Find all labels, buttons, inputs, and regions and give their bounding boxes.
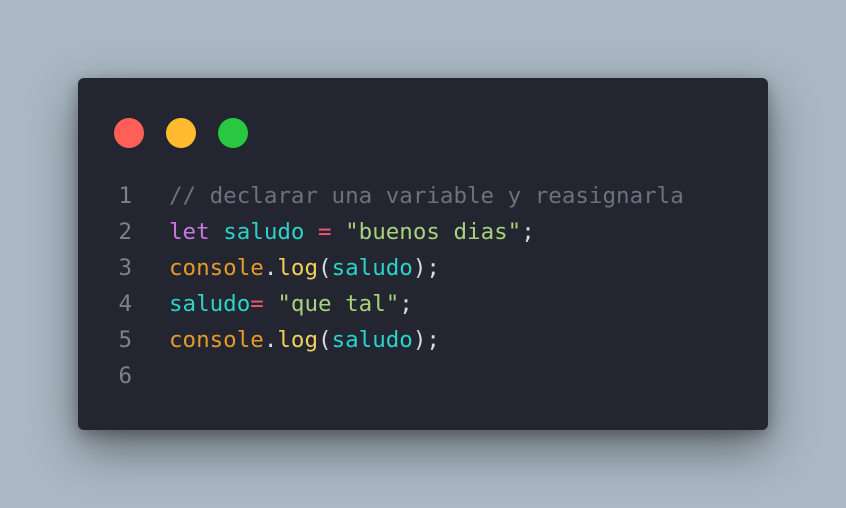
- code-token-object: console: [169, 327, 264, 353]
- line-source: console.log(saludo);: [132, 322, 440, 358]
- line-source: [132, 358, 169, 394]
- code-token-punct: (: [318, 255, 332, 281]
- code-token-punct: [332, 219, 346, 245]
- code-token-var: saludo: [169, 291, 251, 317]
- code-token-punct: ;: [521, 219, 535, 245]
- line-number: 2: [118, 219, 132, 245]
- code-editor[interactable]: 1 // declarar una variable y reasignarla 2…: [78, 178, 768, 394]
- code-token-op: =: [318, 219, 332, 245]
- line-number: 1: [118, 183, 132, 209]
- code-window: 1 // declarar una variable y reasignarla 2…: [78, 78, 768, 430]
- maximize-icon[interactable]: [218, 118, 248, 148]
- code-token-punct: );: [412, 255, 440, 281]
- code-token-op: =: [250, 291, 264, 317]
- code-token-punct: );: [412, 327, 440, 353]
- line-number: 4: [118, 291, 132, 317]
- line-source: let saludo = "buenos dias";: [132, 214, 535, 250]
- code-token-punct: (: [318, 327, 332, 353]
- code-token-punct: .: [263, 255, 278, 281]
- line-number: 6: [118, 363, 132, 389]
- code-token-var: saludo: [223, 219, 305, 245]
- code-token-keyword: let: [169, 219, 210, 245]
- minimize-icon[interactable]: [166, 118, 196, 148]
- line-source: console.log(saludo);: [132, 250, 440, 286]
- code-token-punct: .: [263, 327, 278, 353]
- close-icon[interactable]: [114, 118, 144, 148]
- code-line[interactable]: 5 console.log(saludo);: [78, 322, 768, 358]
- code-line[interactable]: 6: [78, 358, 768, 394]
- code-token-string: "que tal": [277, 291, 400, 317]
- code-line[interactable]: 2 let saludo = "buenos dias";: [78, 214, 768, 250]
- line-source: // declarar una variable y reasignarla: [132, 178, 684, 214]
- line-number: 3: [118, 255, 132, 281]
- code-line[interactable]: 3 console.log(saludo);: [78, 250, 768, 286]
- window-controls: [114, 118, 248, 148]
- code-token-method: log: [277, 255, 319, 281]
- line-source: saludo= "que tal";: [132, 286, 413, 322]
- line-number: 5: [118, 327, 132, 353]
- code-token-punct: ;: [399, 291, 413, 317]
- code-token-method: log: [277, 327, 319, 353]
- code-line[interactable]: 4 saludo= "que tal";: [78, 286, 768, 322]
- code-token-var: saludo: [331, 255, 413, 281]
- code-token-string: "buenos dias": [345, 219, 522, 245]
- code-line[interactable]: 1 // declarar una variable y reasignarla: [78, 178, 768, 214]
- code-token-punct: [264, 291, 278, 317]
- code-token-punct: [210, 219, 224, 245]
- code-token-var: saludo: [331, 327, 413, 353]
- code-token-punct: [304, 219, 318, 245]
- code-token-comment: // declarar una variable y reasignarla: [169, 183, 684, 209]
- code-token-object: console: [169, 255, 264, 281]
